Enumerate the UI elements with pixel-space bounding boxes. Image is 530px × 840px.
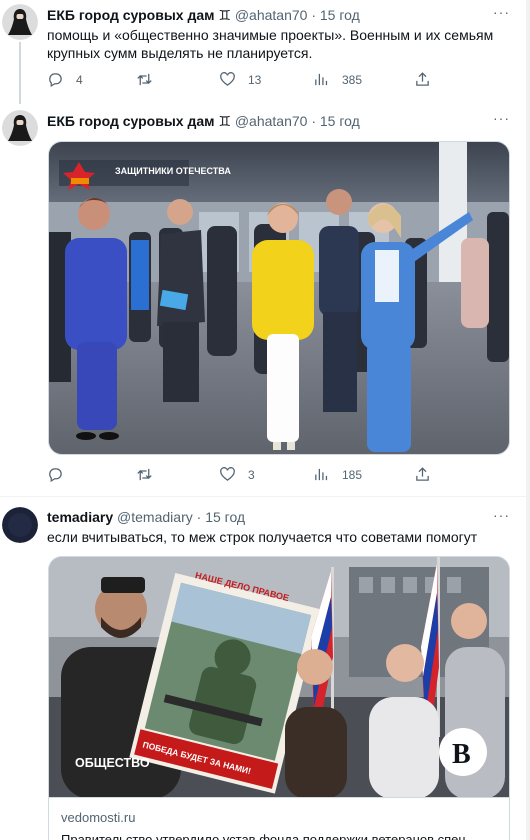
more-icon[interactable]: ··· [493, 507, 510, 523]
author-name[interactable]: ЕКБ город суровых дам ♊ [47, 7, 231, 23]
share-icon [416, 72, 429, 86]
action-bar: 3 185 [47, 466, 467, 486]
photo-officials-terminal: ЗАЩИТНИКИ ОТЕЧЕСТВА [49, 142, 509, 454]
views-icon [315, 468, 328, 481]
card-title: Правительство утвердило устав фонда подд… [61, 832, 466, 840]
photo-rally-poster: НАШЕ ДЕЛО ПРАВОЕ ПОБЕДА БУДЕТ ЗА НАМИ! О… [49, 557, 509, 797]
avatar[interactable] [2, 110, 38, 146]
reply-count: 4 [76, 72, 83, 87]
tweet-header: ЕКБ город суровых дам ♊ @ahatan70 · 15 г… [47, 6, 360, 24]
tweet-3[interactable]: temadiary @temadiary · 15 год ··· если в… [0, 497, 526, 840]
views-button[interactable]: 185 [313, 466, 362, 483]
more-icon[interactable]: ··· [493, 4, 510, 20]
timestamp[interactable]: 15 год [320, 7, 360, 23]
reply-icon [49, 73, 62, 88]
tweet-text: если вчитываться, то меж строк получаетс… [47, 529, 478, 545]
reply-icon [49, 468, 62, 483]
author-name[interactable]: temadiary [47, 509, 113, 525]
retweet-icon [137, 73, 152, 86]
views-icon [315, 73, 328, 86]
timestamp[interactable]: 15 год [205, 509, 245, 525]
like-icon [220, 467, 235, 481]
like-button[interactable]: 3 [219, 466, 255, 483]
retweet-button[interactable] [136, 466, 165, 483]
tweet-header: ЕКБ город суровых дам ♊ @ahatan70 · 15 г… [47, 112, 360, 130]
views-button[interactable]: 385 [313, 71, 362, 88]
more-icon[interactable]: ··· [493, 110, 510, 126]
share-button[interactable] [414, 71, 431, 88]
retweet-icon [137, 468, 152, 481]
like-count: 13 [248, 72, 262, 87]
thread-line [19, 42, 21, 104]
reply-button[interactable]: 4 [47, 71, 83, 88]
view-count: 385 [342, 72, 363, 87]
avatar[interactable] [2, 4, 38, 40]
author-handle[interactable]: @temadiary [117, 509, 193, 525]
separator: · [311, 7, 316, 23]
card-domain: vedomosti.ru [61, 810, 136, 825]
reply-button[interactable] [47, 466, 76, 483]
action-bar: 4 13 385 [47, 71, 467, 91]
like-count: 3 [248, 467, 255, 482]
card-section-label: ОБЩЕСТВО [75, 756, 150, 770]
tweet-photo[interactable]: ЗАЩИТНИКИ ОТЕЧЕСТВА [48, 141, 510, 455]
link-card-footer[interactable]: vedomosti.ru Правительство утвердило уст… [48, 798, 510, 840]
view-count: 185 [342, 467, 363, 482]
tweet-1[interactable]: ЕКБ город суровых дам ♊ @ahatan70 · 15 г… [0, 0, 526, 104]
like-icon [220, 72, 235, 86]
separator: · [196, 509, 202, 525]
retweet-button[interactable] [136, 71, 165, 88]
author-name[interactable]: ЕКБ город суровых дам ♊ [47, 113, 231, 129]
photo-banner-text: ЗАЩИТНИКИ ОТЕЧЕСТВА [115, 166, 231, 176]
share-button[interactable] [414, 466, 431, 483]
tweet-2[interactable]: ЕКБ город суровых дам ♊ @ahatan70 · 15 г… [0, 104, 526, 496]
timestamp[interactable]: 15 год [320, 113, 360, 129]
link-card-image[interactable]: НАШЕ ДЕЛО ПРАВОЕ ПОБЕДА БУДЕТ ЗА НАМИ! О… [48, 556, 510, 798]
scrollbar[interactable] [526, 0, 530, 840]
separator: · [311, 113, 316, 129]
avatar[interactable] [2, 507, 38, 543]
tweet-text: помощь и «общественно значимые проекты».… [47, 27, 494, 61]
author-handle[interactable]: @ahatan70 [235, 113, 308, 129]
brand-badge-letter: В [452, 739, 471, 770]
share-icon [416, 467, 429, 481]
author-handle[interactable]: @ahatan70 [235, 7, 308, 23]
tweet-header: temadiary @temadiary · 15 год [47, 508, 245, 526]
like-button[interactable]: 13 [219, 71, 261, 88]
